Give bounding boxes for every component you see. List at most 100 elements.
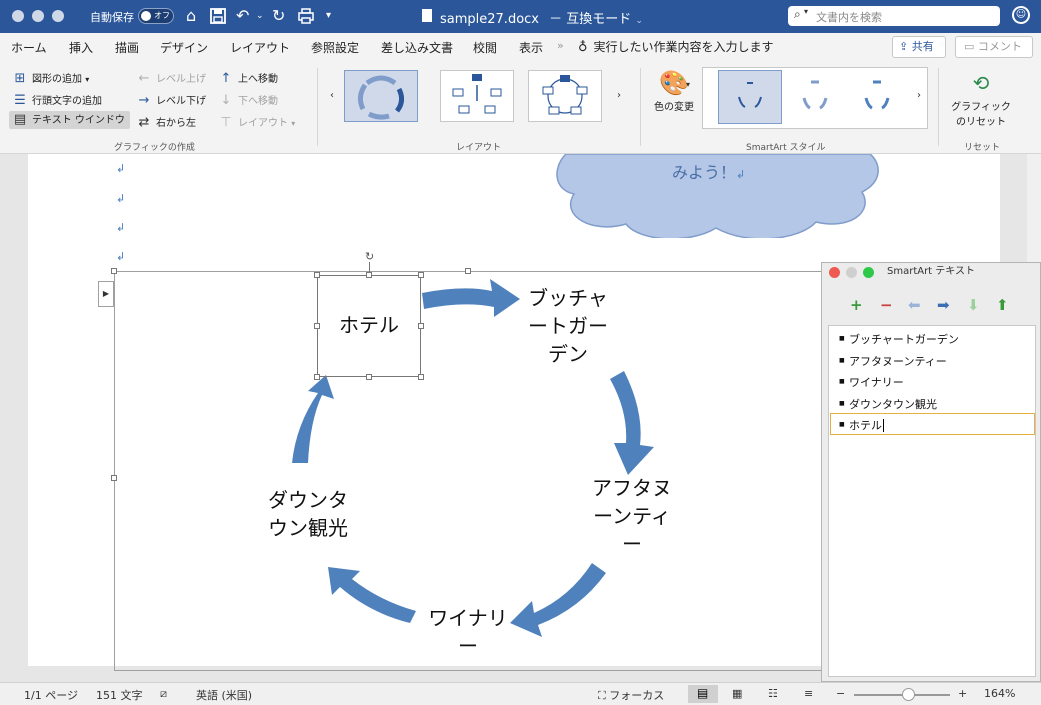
remove-item-icon[interactable]: − (880, 297, 893, 313)
zoom-slider-thumb[interactable] (902, 688, 915, 701)
list-item-selected[interactable]: ホテル (839, 417, 884, 433)
style-simple-fill[interactable] (718, 70, 782, 124)
autosave-toggle[interactable]: オフ (138, 8, 174, 24)
layouts-scroll-right-icon[interactable]: › (617, 90, 621, 101)
save-icon[interactable] (210, 6, 226, 29)
zoom-window-button[interactable] (52, 10, 64, 22)
print-layout-view-button[interactable]: ▤ (688, 685, 718, 703)
title-bar: 自動保存 オフ ⌂ ↶ ⌄ ↻ ▾ sample27.docx － 互換モード … (0, 0, 1041, 33)
change-colors-dropdown-icon[interactable]: ▾ (686, 80, 690, 89)
zoom-in-icon[interactable]: + (958, 687, 967, 700)
add-item-icon[interactable]: + (850, 297, 863, 313)
language-indicator[interactable]: 英語 (米国) (196, 687, 252, 703)
move-up-item-icon[interactable]: ⬆ (996, 297, 1009, 313)
page-count[interactable]: 1/1 ページ (24, 687, 78, 703)
document-name: sample27.docx (440, 12, 539, 27)
arrow-shape[interactable] (422, 279, 520, 317)
node-winery[interactable]: ワイナリ ー (408, 604, 528, 654)
layout-block-cycle[interactable] (440, 70, 514, 122)
redo-icon[interactable]: ↻ (272, 6, 285, 26)
layout-basic-cycle[interactable] (344, 70, 418, 122)
add-shape-button[interactable]: ⊞ 図形の追加 ▾ (12, 70, 90, 86)
list-item[interactable]: ワイナリー (839, 374, 904, 390)
styles-scroll-right-icon[interactable]: › (917, 90, 921, 101)
layouts-group-label: レイアウト (456, 143, 502, 153)
cloud-text-label: みよう！ (672, 163, 737, 182)
search-icon: ⌕ (794, 7, 801, 21)
list-item[interactable]: ダウンタウン観光 (839, 396, 937, 412)
demote-item-icon[interactable]: ➡ (937, 297, 950, 313)
layout-segmented-cycle[interactable] (528, 70, 602, 122)
arrow-shape[interactable] (292, 375, 334, 463)
zoom-level[interactable]: 164% (984, 687, 1015, 700)
print-icon[interactable] (298, 6, 314, 29)
move-down-button[interactable]: ↓ 下へ移動 (218, 92, 278, 108)
list-item[interactable]: アフタヌーンティー (839, 353, 947, 369)
change-colors-button[interactable]: 🎨 色の変更 (652, 68, 696, 113)
shape-resize-handle[interactable] (314, 272, 320, 278)
zoom-out-icon[interactable]: − (836, 687, 845, 700)
node-downtown[interactable]: ダウンタ ウン観光 (248, 486, 368, 542)
promote-button[interactable]: ← レベル上げ (136, 70, 206, 86)
arrow-shape[interactable] (610, 371, 654, 475)
tab-layout[interactable]: レイアウト (230, 39, 290, 56)
minimize-window-button[interactable] (32, 10, 44, 22)
layouts-scroll-left-icon[interactable]: ‹ (330, 90, 334, 101)
org-layout-button[interactable]: ⊤ レイアウト ▾ (218, 114, 295, 130)
tab-review[interactable]: 校閲 (473, 39, 497, 56)
tab-insert[interactable]: 挿入 (69, 39, 93, 56)
add-bullet-button[interactable]: ☰ 行頭文字の追加 (12, 92, 102, 108)
text-pane-label: テキスト ウインドウ (32, 115, 125, 126)
tab-references[interactable]: 参照設定 (311, 39, 359, 56)
add-shape-icon: ⊞ (14, 71, 26, 86)
tab-mailings[interactable]: 差し込み文書 (381, 39, 453, 56)
smartart-styles-group-label: SmartArt スタイル (746, 143, 826, 153)
title-chevron-down-icon[interactable]: ⌄ (635, 16, 643, 26)
undo-icon[interactable]: ↶ (236, 6, 249, 26)
outline-view-icon[interactable]: ☷ (768, 687, 778, 700)
arrow-left-icon: ← (138, 71, 150, 86)
home-icon[interactable]: ⌂ (186, 6, 196, 26)
search-field[interactable]: ⌕ ▾ 文書内を検索 (788, 6, 1000, 26)
reset-graphic-button[interactable]: ⟲ グラフィック のリセット (948, 68, 1014, 128)
shape-resize-handle[interactable] (418, 272, 424, 278)
share-button[interactable]: ⇪ 共有 (892, 36, 946, 58)
draft-view-icon[interactable]: ≡ (804, 687, 813, 700)
node-butchart-gardens[interactable]: ブッチャ ートガー デン (508, 284, 628, 368)
shape-resize-handle[interactable] (418, 374, 424, 380)
arrow-shape[interactable] (328, 567, 416, 623)
node-hotel[interactable]: ホテル (317, 311, 421, 339)
web-layout-icon[interactable]: ▦ (732, 687, 742, 700)
text-pane-button[interactable]: ▤ テキスト ウインドウ (9, 111, 130, 129)
more-tabs-icon[interactable]: » (557, 39, 564, 52)
word-count[interactable]: 151 文字 (96, 687, 143, 703)
move-up-button[interactable]: ↑ 上へ移動 (218, 70, 278, 86)
promote-item-icon[interactable]: ⬅ (908, 297, 921, 313)
node-afternoon-tea[interactable]: アフタヌ ーンティ ー (572, 474, 692, 558)
list-item[interactable]: ブッチャートガーデン (839, 331, 959, 347)
text-pane-list[interactable]: ブッチャートガーデン アフタヌーンティー ワイナリー ダウンタウン観光 ホテル (828, 325, 1036, 677)
style-white-outline[interactable] (790, 72, 840, 124)
feedback-smiley-icon[interactable]: ☺ (1012, 6, 1030, 24)
move-down-item-icon[interactable]: ⬇ (967, 297, 980, 313)
undo-dropdown-icon[interactable]: ⌄ (256, 6, 264, 26)
shape-resize-handle[interactable] (366, 374, 372, 380)
tab-home[interactable]: ホーム (11, 39, 47, 56)
customize-toolbar-icon[interactable]: ▾ (326, 6, 331, 26)
focus-mode-button[interactable]: ⛶ フォーカス (598, 687, 664, 703)
search-dropdown-icon[interactable]: ▾ (804, 7, 808, 16)
style-subtle-effect[interactable] (852, 72, 902, 124)
status-bar: 1/1 ページ 151 文字 ⧄ 英語 (米国) ⛶ フォーカス ▤ ▦ ☷ ≡… (0, 682, 1041, 705)
tab-design[interactable]: デザイン (160, 39, 208, 56)
tell-me-box[interactable]: ♁ 実行したい作業内容を入力します (578, 38, 774, 55)
tab-draw[interactable]: 描画 (115, 39, 139, 56)
proofing-icon[interactable]: ⧄ (160, 687, 167, 701)
shape-resize-handle[interactable] (314, 374, 320, 380)
close-window-button[interactable] (12, 10, 24, 22)
comments-button[interactable]: ▭ コメント (955, 36, 1033, 58)
text-pane-toggle-icon[interactable]: ▶ (98, 281, 114, 307)
right-to-left-button[interactable]: ⇄ 右から左 (136, 114, 196, 130)
demote-button[interactable]: → レベル下げ (136, 92, 206, 108)
shape-resize-handle[interactable] (366, 272, 372, 278)
tab-view[interactable]: 表示 (519, 39, 543, 56)
